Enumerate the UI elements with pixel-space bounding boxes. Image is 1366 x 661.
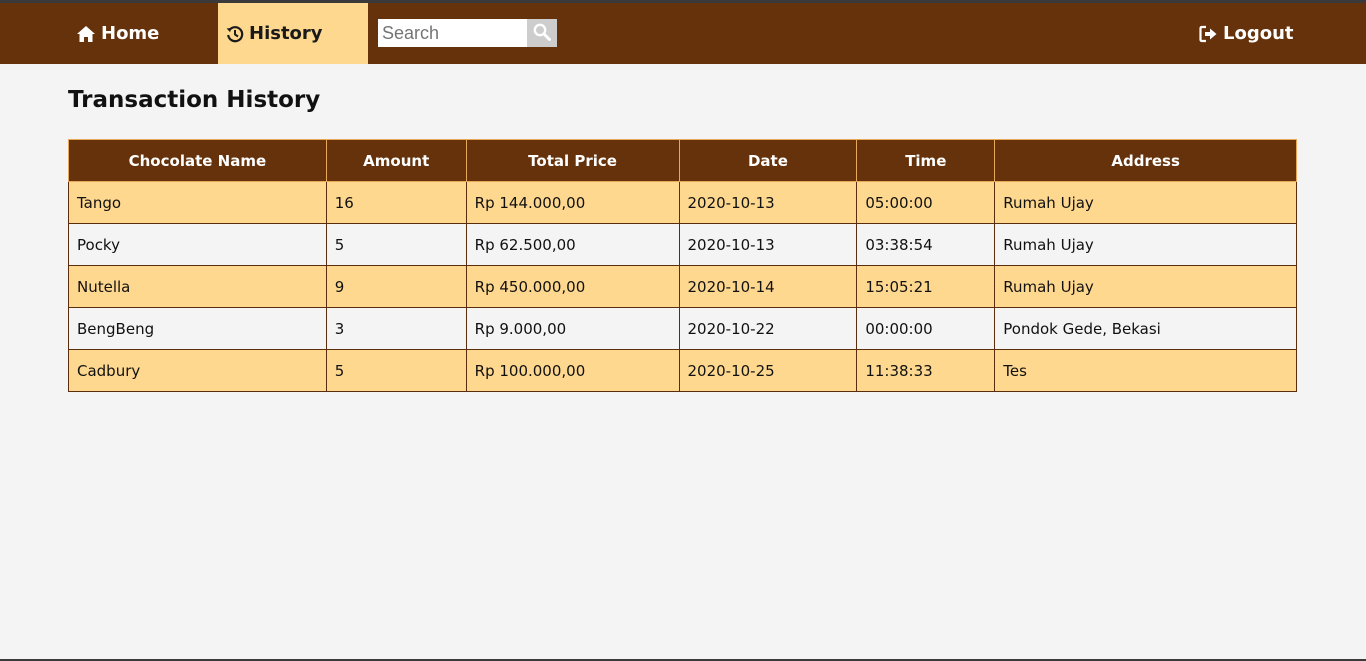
nav-logout-label: Logout — [1223, 23, 1294, 44]
cell-total-price: Rp 62.500,00 — [465, 223, 680, 266]
nav-home-link[interactable]: Home — [76, 3, 159, 64]
cell-amount: 5 — [325, 223, 467, 266]
history-icon — [226, 25, 244, 43]
transaction-table: Chocolate Name Amount Total Price Date T… — [68, 139, 1297, 392]
column-header-address: Address — [994, 139, 1297, 182]
cell-total-price: Rp 9.000,00 — [465, 307, 680, 350]
column-header-date: Date — [678, 139, 858, 182]
cell-chocolate-name: Tango — [68, 181, 327, 224]
cell-amount: 5 — [325, 349, 467, 392]
home-icon — [76, 25, 96, 43]
column-header-amount: Amount — [325, 139, 467, 182]
cell-chocolate-name: Nutella — [68, 265, 327, 308]
cell-time: 03:38:54 — [856, 223, 996, 266]
cell-time: 00:00:00 — [856, 307, 996, 350]
cell-time: 05:00:00 — [856, 181, 996, 224]
search-button[interactable] — [527, 19, 557, 47]
search-input[interactable] — [378, 19, 527, 47]
cell-address: Tes — [994, 349, 1297, 392]
cell-date: 2020-10-25 — [678, 349, 858, 392]
table-row: Pocky 5 Rp 62.500,00 2020-10-13 03:38:54… — [68, 223, 1297, 266]
table-row: Nutella 9 Rp 450.000,00 2020-10-14 15:05… — [68, 265, 1297, 308]
cell-address: Rumah Ujay — [994, 223, 1297, 266]
search-icon — [533, 23, 551, 44]
cell-total-price: Rp 100.000,00 — [465, 349, 680, 392]
cell-chocolate-name: Cadbury — [68, 349, 327, 392]
cell-time: 11:38:33 — [856, 349, 996, 392]
column-header-time: Time — [856, 139, 996, 182]
cell-address: Rumah Ujay — [994, 265, 1297, 308]
table-row: Tango 16 Rp 144.000,00 2020-10-13 05:00:… — [68, 181, 1297, 224]
column-header-total-price: Total Price — [465, 139, 680, 182]
nav-logout-link[interactable]: Logout — [1199, 3, 1294, 64]
cell-date: 2020-10-14 — [678, 265, 858, 308]
nav-home-label: Home — [101, 23, 160, 44]
cell-time: 15:05:21 — [856, 265, 996, 308]
cell-chocolate-name: BengBeng — [68, 307, 327, 350]
table-row: Cadbury 5 Rp 100.000,00 2020-10-25 11:38… — [68, 349, 1297, 392]
nav-history-label: History — [249, 23, 323, 44]
column-header-chocolate-name: Chocolate Name — [68, 139, 327, 182]
nav-history-link[interactable]: History — [218, 3, 368, 64]
cell-amount: 3 — [325, 307, 467, 350]
table-row: BengBeng 3 Rp 9.000,00 2020-10-22 00:00:… — [68, 307, 1297, 350]
cell-amount: 16 — [325, 181, 467, 224]
cell-chocolate-name: Pocky — [68, 223, 327, 266]
page-title: Transaction History — [68, 87, 321, 113]
cell-total-price: Rp 144.000,00 — [465, 181, 680, 224]
logout-icon — [1199, 25, 1218, 43]
cell-address: Rumah Ujay — [994, 181, 1297, 224]
cell-address: Pondok Gede, Bekasi — [994, 307, 1297, 350]
cell-date: 2020-10-22 — [678, 307, 858, 350]
cell-amount: 9 — [325, 265, 467, 308]
table-header-row: Chocolate Name Amount Total Price Date T… — [68, 139, 1297, 182]
cell-total-price: Rp 450.000,00 — [465, 265, 680, 308]
cell-date: 2020-10-13 — [678, 181, 858, 224]
cell-date: 2020-10-13 — [678, 223, 858, 266]
navbar: Home History Logout — [0, 3, 1366, 64]
